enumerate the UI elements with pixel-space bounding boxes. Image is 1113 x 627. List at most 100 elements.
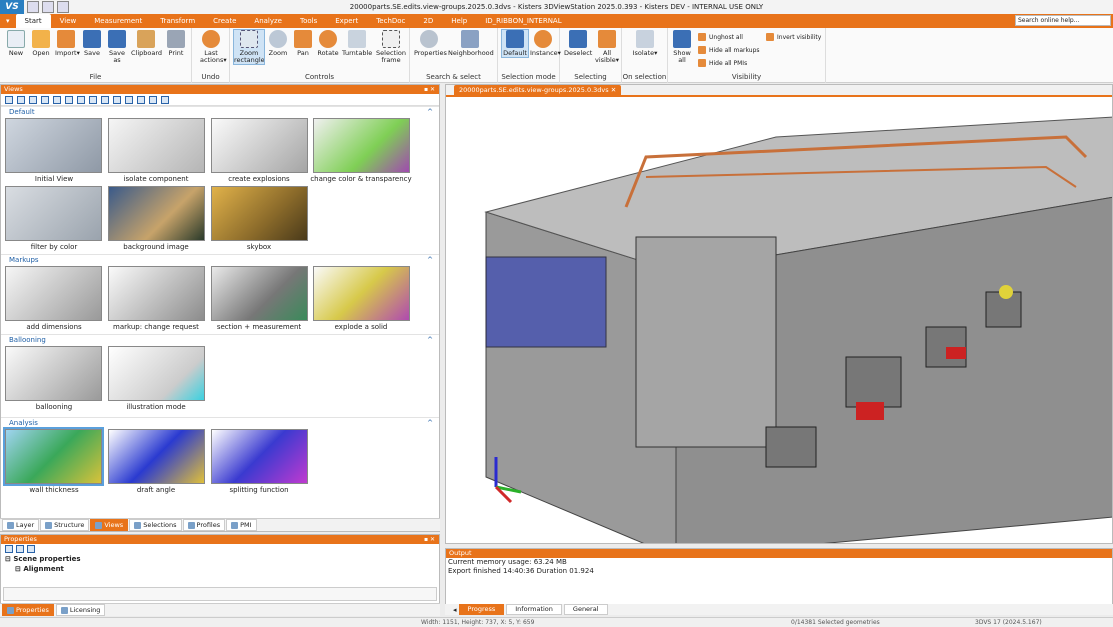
- default-mode-button[interactable]: Default: [501, 29, 529, 58]
- scene-properties-row[interactable]: ⊟ Scene properties: [1, 554, 439, 564]
- view-tool-icon[interactable]: [41, 95, 49, 104]
- model-render[interactable]: [446, 97, 1113, 544]
- document-tab[interactable]: 20000parts.SE.edits.view-groups.2025.0.3…: [454, 85, 622, 96]
- tab-internal[interactable]: ID_RIBBON_INTERNAL: [476, 14, 570, 28]
- tab-properties[interactable]: Properties: [2, 604, 54, 616]
- turntable-button[interactable]: Turntable: [342, 30, 372, 57]
- view-tool-icon[interactable]: [17, 95, 25, 104]
- unghost-all-button[interactable]: Unghost all: [698, 33, 743, 41]
- section-ballooning[interactable]: Ballooning ^: [1, 334, 439, 344]
- view-thumb-splitting[interactable]: [211, 429, 308, 484]
- section-markups[interactable]: Markups ^: [1, 254, 439, 264]
- tab-techdoc[interactable]: TechDoc: [367, 14, 414, 28]
- tab-expert[interactable]: Expert: [326, 14, 367, 28]
- all-visible-button[interactable]: All visible▾: [594, 30, 620, 64]
- view-tool-icon[interactable]: [29, 95, 37, 104]
- zoom-rectangle-button[interactable]: Zoom rectangle: [233, 29, 265, 65]
- panel-controls[interactable]: ▪ ✕: [424, 85, 435, 94]
- view-thumb-draft-angle[interactable]: [108, 429, 205, 484]
- last-actions-button[interactable]: Last actions▾: [200, 30, 227, 64]
- tab-general[interactable]: General: [563, 604, 608, 615]
- view-thumb-filter[interactable]: [5, 186, 102, 241]
- tab-profiles[interactable]: Profiles: [182, 519, 226, 531]
- view-thumb-wall-thickness[interactable]: [3, 427, 104, 486]
- tab-progress[interactable]: Progress: [458, 604, 505, 615]
- view-thumb-explosions[interactable]: [211, 118, 308, 173]
- invert-visibility-button[interactable]: Invert visibility: [766, 33, 821, 41]
- zoom-button[interactable]: Zoom: [267, 30, 289, 57]
- tab-pmi[interactable]: PMI: [226, 519, 257, 531]
- view-thumb-explode-solid[interactable]: [313, 266, 410, 321]
- tab-create[interactable]: Create: [204, 14, 245, 28]
- view-tool-icon[interactable]: [137, 95, 145, 104]
- view-thumb-illustration[interactable]: [108, 346, 205, 401]
- save-button[interactable]: Save: [81, 30, 103, 57]
- section-analysis[interactable]: Analysis ^: [1, 417, 439, 427]
- view-tool-icon[interactable]: [149, 95, 157, 104]
- tab-transform[interactable]: Transform: [151, 14, 204, 28]
- view-tool-icon[interactable]: [125, 95, 133, 104]
- view-thumb-initial[interactable]: [5, 118, 102, 173]
- view-tool-icon[interactable]: [101, 95, 109, 104]
- properties-button[interactable]: Properties: [414, 30, 447, 57]
- search-help-input[interactable]: Search online help...: [1015, 15, 1111, 26]
- new-button[interactable]: New: [5, 30, 27, 57]
- show-all-button[interactable]: Show all: [671, 30, 693, 64]
- neighborhood-button[interactable]: Neighborhood: [448, 30, 494, 57]
- undo-quick-icon[interactable]: [57, 1, 69, 13]
- view-tool-icon[interactable]: [113, 95, 121, 104]
- tab-start[interactable]: Start: [15, 14, 51, 28]
- open-button[interactable]: Open: [30, 30, 52, 57]
- view-tool-icon[interactable]: [89, 95, 97, 104]
- tab-tools[interactable]: Tools: [291, 14, 326, 28]
- open-quick-icon[interactable]: [42, 1, 54, 13]
- view-thumb-color[interactable]: [313, 118, 410, 173]
- view-thumb-section[interactable]: [211, 266, 308, 321]
- view-tool-icon[interactable]: [161, 95, 169, 104]
- alignment-row[interactable]: ⊟ Alignment: [1, 564, 439, 574]
- sort-icon[interactable]: [27, 545, 35, 553]
- panel-controls[interactable]: ▪ ✕: [424, 535, 435, 544]
- tab-help[interactable]: Help: [442, 14, 476, 28]
- tab-structure[interactable]: Structure: [40, 519, 90, 531]
- tab-2d[interactable]: 2D: [414, 14, 442, 28]
- hide-all-markups-button[interactable]: Hide all markups: [698, 46, 760, 54]
- view-thumb-change-request[interactable]: [108, 266, 205, 321]
- tab-information[interactable]: Information: [506, 604, 562, 615]
- collapse-all-icon[interactable]: [16, 545, 24, 553]
- view-thumb-background[interactable]: [108, 186, 205, 241]
- view-tool-icon[interactable]: [77, 95, 85, 104]
- pan-button[interactable]: Pan: [292, 30, 314, 57]
- view-tool-icon[interactable]: [65, 95, 73, 104]
- view-tool-icon[interactable]: [53, 95, 61, 104]
- tab-analyze[interactable]: Analyze: [245, 14, 291, 28]
- tab-views[interactable]: Views: [90, 519, 129, 531]
- save-as-button[interactable]: Save as: [106, 30, 128, 64]
- import-button[interactable]: Import▾: [55, 30, 80, 57]
- clipboard-button[interactable]: Clipboard: [131, 30, 162, 57]
- tab-licensing[interactable]: Licensing: [55, 604, 106, 616]
- section-default[interactable]: Default ^: [1, 106, 439, 116]
- instance-mode-button[interactable]: Instance▾: [530, 30, 561, 57]
- view-thumb-ballooning[interactable]: [5, 346, 102, 401]
- view-thumb-isolate[interactable]: [108, 118, 205, 173]
- print-button[interactable]: Print: [165, 30, 187, 57]
- selection-frame-button[interactable]: Selection frame: [376, 30, 406, 64]
- status-size: Width: 1151, Height: 737, X: 5, Y: 659: [421, 619, 535, 626]
- view-thumb-skybox[interactable]: [211, 186, 308, 241]
- scroll-left-icon[interactable]: ◂: [453, 606, 457, 614]
- view-tool-icon[interactable]: [5, 95, 13, 104]
- rotate-button[interactable]: Rotate: [317, 30, 339, 57]
- tab-view[interactable]: View: [51, 14, 86, 28]
- deselect-button[interactable]: Deselect: [564, 30, 592, 57]
- tab-layer[interactable]: Layer: [2, 519, 40, 531]
- hide-all-pmis-button[interactable]: Hide all PMIs: [698, 59, 747, 67]
- view-thumb-dimensions[interactable]: [5, 266, 102, 321]
- 3d-viewport[interactable]: 20000parts.SE.edits.view-groups.2025.0.3…: [445, 84, 1113, 544]
- tab-measurement[interactable]: Measurement: [85, 14, 151, 28]
- app-menu-button[interactable]: ▾: [0, 14, 16, 28]
- isolate-button[interactable]: Isolate▾: [632, 30, 658, 57]
- tab-selections[interactable]: Selections: [129, 519, 182, 531]
- save-quick-icon[interactable]: [27, 1, 39, 13]
- expand-all-icon[interactable]: [5, 545, 13, 553]
